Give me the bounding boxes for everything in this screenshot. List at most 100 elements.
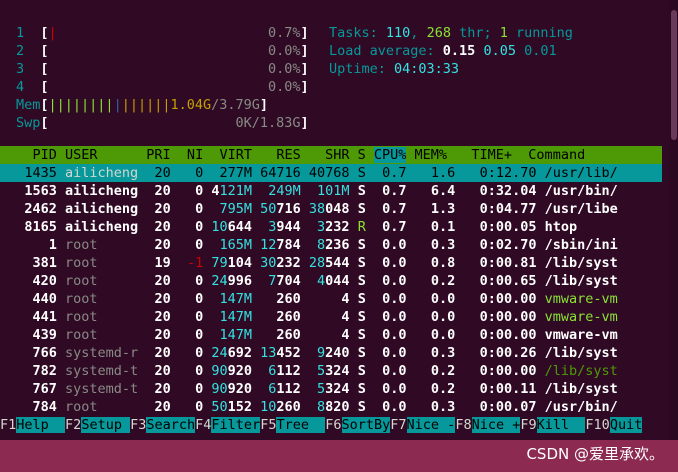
- fkey-f10-key[interactable]: F10: [585, 417, 609, 433]
- meter-fill: [49, 79, 268, 95]
- meter-bracket: [: [32, 25, 49, 41]
- cpu-meter-value: 0.0%: [267, 61, 301, 77]
- process-state: S: [357, 309, 374, 325]
- process-virt: 795M: [219, 201, 261, 217]
- meter-bracket: ]: [300, 79, 309, 95]
- process-command: /sbin/ini: [544, 237, 618, 253]
- scrollbar-thumb[interactable]: [671, 10, 677, 140]
- process-res: 112: [276, 381, 309, 397]
- process-shr: 4: [308, 309, 358, 325]
- process-virt: 147M: [219, 327, 261, 343]
- fkey-f10-label[interactable]: Quit: [609, 417, 643, 433]
- process-row[interactable]: 440 root 20 0 147M 260 4 S 0.0 0.0 0:00.…: [0, 290, 662, 308]
- process-shr: 4: [308, 291, 358, 307]
- process-cpu: 0.0: [373, 345, 415, 361]
- process-nice: 0: [178, 381, 212, 397]
- fkey-f4-key[interactable]: F4: [195, 417, 211, 433]
- fkey-f4-label[interactable]: Filter: [211, 417, 261, 433]
- process-shr: 048: [325, 201, 358, 217]
- process-virt-thousands: 79: [211, 255, 228, 271]
- meter-fill: [57, 25, 268, 41]
- process-row[interactable]: 439 root 20 0 147M 260 4 S 0.0 0.0 0:00.…: [0, 326, 662, 344]
- process-res: 716: [276, 201, 309, 217]
- scrollbar[interactable]: [670, 0, 678, 440]
- process-res-thousands: 6: [260, 381, 277, 397]
- meter-bracket: [: [32, 61, 49, 77]
- fkey-f6-label[interactable]: SortBy: [341, 417, 391, 433]
- process-row[interactable]: 767 systemd-t 20 0 90920 6112 5324 S 0.0…: [0, 380, 662, 398]
- swap-meter: Swp[ 0K/1.83G]: [16, 114, 309, 132]
- fkey-f9-key[interactable]: F9: [520, 417, 536, 433]
- process-row[interactable]: 766 systemd-r 20 0 24692 13452 9240 S 0.…: [0, 344, 662, 362]
- process-virt-thousands: 24: [211, 345, 228, 361]
- process-row[interactable]: 782 systemd-t 20 0 90920 6112 5324 S 0.0…: [0, 362, 662, 380]
- fkey-f7-label[interactable]: Nice -: [406, 417, 456, 433]
- process-virt: 644: [227, 219, 261, 235]
- process-mem: 0.3: [414, 237, 464, 253]
- process-row[interactable]: 2462 ailicheng 20 0 795M 50716 38048 S 0…: [0, 200, 662, 218]
- cpu-meter-2: 2 [ 0.0%]: [16, 42, 309, 60]
- fkey-f9-label[interactable]: Kill: [536, 417, 586, 433]
- process-priority: 20: [146, 219, 179, 235]
- process-row[interactable]: 441 root 20 0 147M 260 4 S 0.0 0.0 0:00.…: [0, 308, 662, 326]
- process-shr: 324: [325, 381, 358, 397]
- process-priority: 20: [146, 381, 179, 397]
- process-shr-thousands: 8: [308, 237, 326, 253]
- process-res-thousands: 30: [260, 255, 277, 271]
- process-pid: 441: [0, 309, 66, 325]
- column-headers[interactable]: PID USER PRI NI VIRT RES SHR S: [0, 147, 374, 163]
- process-virt: 996: [227, 273, 261, 289]
- process-row[interactable]: 1563 ailicheng 20 0 4121M 249M 101M S 0.…: [0, 182, 662, 200]
- fkey-f3-label[interactable]: Search: [146, 417, 196, 433]
- process-shr-thousands: 5: [308, 381, 326, 397]
- process-virt: 920: [227, 363, 261, 379]
- cpu-meter-id: 4: [16, 79, 33, 95]
- process-nice: 0: [178, 237, 212, 253]
- process-user: systemd-r: [65, 345, 147, 361]
- fkey-f3-key[interactable]: F3: [130, 417, 146, 433]
- fkey-f2-label[interactable]: Setup: [81, 417, 131, 433]
- fkey-f8-key[interactable]: F8: [455, 417, 471, 433]
- process-pid: 381: [0, 255, 66, 271]
- function-key-bar[interactable]: F1Help F2Setup F3SearchF4FilterF5Tree F6…: [0, 416, 643, 434]
- process-mem: 0.0: [414, 291, 464, 307]
- process-row[interactable]: 381 root 19 -1 79104 30232 28544 S 0.0 0…: [0, 254, 662, 272]
- fkey-f7-key[interactable]: F7: [390, 417, 406, 433]
- process-state: S: [357, 345, 374, 361]
- fkey-f8-label[interactable]: Nice +: [471, 417, 521, 433]
- process-mem: 0.1: [414, 219, 464, 235]
- process-mem: 1.6: [414, 165, 464, 181]
- meter-fill: [49, 61, 268, 77]
- process-nice: 0: [178, 183, 212, 199]
- process-shr: 4: [308, 327, 358, 343]
- fkey-f5-label[interactable]: Tree: [276, 417, 326, 433]
- process-state: S: [357, 183, 374, 199]
- meter-bracket: [: [40, 115, 49, 131]
- process-row[interactable]: 1435 ailicheng 20 0 277M 64716 40768 S 0…: [0, 164, 662, 182]
- process-res-thousands: 50: [260, 201, 277, 217]
- process-row[interactable]: 8165 ailicheng 20 0 10644 3944 3232 R 0.…: [0, 218, 662, 236]
- htop-terminal[interactable]: 1 [| 0.7%] 2 [ 0.0%] 3 [ 0.0%] 4 [ 0.0%] Mem…: [0, 0, 670, 440]
- fkey-f6-key[interactable]: F6: [325, 417, 341, 433]
- process-time: 0:04.77: [463, 201, 545, 217]
- tasks-count: 110: [385, 25, 411, 41]
- fkey-f1-label[interactable]: Help: [16, 417, 66, 433]
- watermark: CSDN @爱里承欢。: [526, 445, 664, 463]
- process-priority: 20: [146, 399, 179, 415]
- process-nice: 0: [178, 219, 212, 235]
- process-row[interactable]: 420 root 20 0 24996 7704 4044 S 0.0 0.2 …: [0, 272, 662, 290]
- meter-bracket: ]: [300, 61, 309, 77]
- meter-fill: [49, 43, 268, 59]
- column-header-cpu-sorted[interactable]: CPU%: [373, 147, 407, 163]
- cpu-meter-value: 0.0%: [267, 79, 301, 95]
- fkey-f5-key[interactable]: F5: [260, 417, 276, 433]
- running-label: running: [507, 25, 573, 41]
- process-shr-thousands: 28: [308, 255, 326, 271]
- process-row[interactable]: 784 root 20 0 50152 10260 8820 S 0.0 0.3…: [0, 398, 662, 416]
- fkey-f1-key[interactable]: F1: [0, 417, 16, 433]
- process-row[interactable]: 1 root 20 0 165M 12784 8236 S 0.0 0.3 0:…: [0, 236, 662, 254]
- fkey-f2-key[interactable]: F2: [65, 417, 81, 433]
- column-headers-right[interactable]: MEM% TIME+ Command: [406, 147, 602, 163]
- process-nice: 0: [178, 363, 212, 379]
- process-table-header[interactable]: PID USER PRI NI VIRT RES SHR S CPU% MEM%…: [0, 146, 662, 164]
